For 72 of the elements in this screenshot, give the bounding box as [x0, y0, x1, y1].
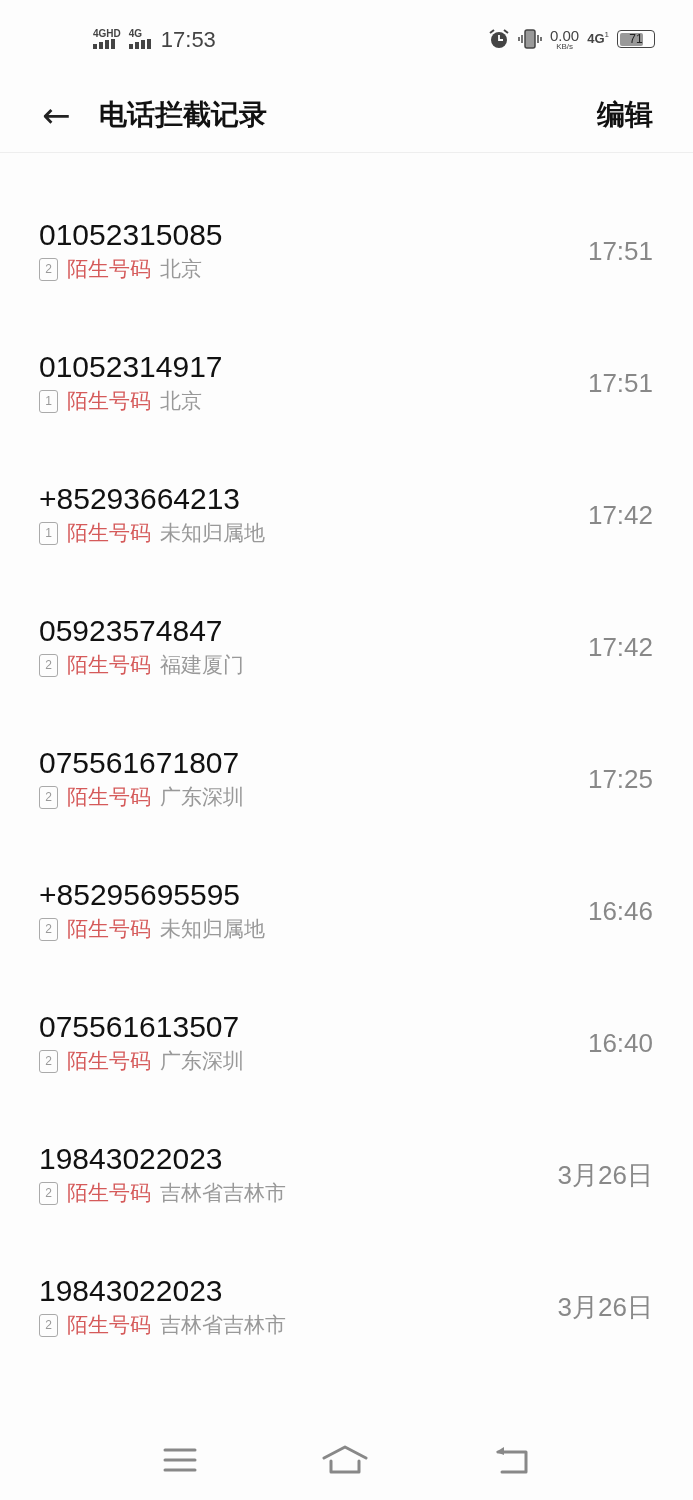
call-time: 16:40 [587, 1026, 653, 1060]
call-time: 17:42 [587, 630, 653, 664]
phone-number: 075561613507 [39, 1009, 241, 1046]
edit-button[interactable]: 编辑 [597, 94, 653, 136]
clock: 17:53 [160, 25, 216, 54]
number-tag: 陌生号码 [67, 913, 151, 945]
call-row[interactable]: 19843022023 2 陌生号码 吉林省吉林市 3月26日 [0, 1109, 693, 1241]
number-tag: 陌生号码 [67, 1309, 151, 1341]
call-time: 17:51 [587, 234, 653, 268]
sim-icon: 2 [39, 1049, 58, 1073]
number-tag: 陌生号码 [67, 1045, 151, 1077]
call-row[interactable]: +85295695595 2 陌生号码 未知归属地 16:46 [0, 845, 693, 977]
back-button[interactable]: ← [42, 98, 71, 132]
sim-icon: 2 [39, 785, 58, 809]
call-time: 17:25 [587, 762, 653, 796]
network-label: 4G [128, 29, 143, 39]
location: 福建厦门 [160, 652, 244, 679]
location: 吉林省吉林市 [160, 1180, 286, 1207]
sim-icon: 2 [39, 917, 58, 941]
signal-icon [128, 39, 153, 49]
call-time: 17:42 [587, 498, 653, 532]
sim-icon: 2 [39, 257, 58, 281]
call-row[interactable]: 19843022023 2 陌生号码 吉林省吉林市 3月26日 [0, 1241, 693, 1373]
phone-number: 19843022023 [39, 1141, 224, 1178]
call-row[interactable]: 075561671807 2 陌生号码 广东深圳 17:25 [0, 713, 693, 845]
number-tag: 陌生号码 [67, 517, 151, 549]
speed-value: 0.00 [550, 27, 580, 43]
call-time: 17:51 [587, 366, 653, 400]
sim-icon: 1 [39, 521, 58, 545]
location: 广东深圳 [160, 1048, 244, 1075]
location: 吉林省吉林市 [160, 1312, 286, 1339]
sim-icon: 2 [39, 1313, 58, 1337]
number-tag: 陌生号码 [67, 385, 151, 417]
network-label: 4GHD [93, 29, 121, 39]
phone-number: 19843022023 [39, 1273, 224, 1310]
phone-number: 01052314917 [39, 349, 223, 386]
menu-icon[interactable] [162, 1447, 197, 1473]
sim-icon: 2 [39, 1181, 58, 1205]
sim-slot-label: 1 [604, 29, 609, 40]
call-row[interactable]: 01052314917 1 陌生号码 北京 17:51 [0, 317, 693, 449]
call-time: 3月26日 [557, 1290, 653, 1324]
signal-icon [93, 39, 117, 49]
sim-icon: 2 [39, 653, 58, 677]
location: 未知归属地 [160, 520, 265, 547]
vibrate-icon [518, 28, 542, 50]
phone-number: 075561671807 [39, 745, 241, 782]
battery-level: 71 [628, 31, 644, 47]
page-title: 电话拦截记录 [98, 98, 267, 132]
alarm-icon [488, 28, 510, 50]
phone-number: +85293664213 [39, 481, 242, 518]
back-icon[interactable] [494, 1446, 531, 1474]
call-row[interactable]: 05923574847 2 陌生号码 福建厦门 17:42 [0, 581, 693, 713]
location: 北京 [160, 388, 202, 415]
number-tag: 陌生号码 [67, 649, 151, 681]
call-row[interactable]: 075561613507 2 陌生号码 广东深圳 16:40 [0, 977, 693, 1109]
sim-icon: 1 [39, 389, 58, 413]
phone-number: +85295695595 [39, 877, 242, 914]
number-tag: 陌生号码 [67, 253, 151, 285]
location: 未知归属地 [160, 916, 265, 943]
phone-number: 05923574847 [39, 613, 224, 650]
location: 北京 [160, 256, 202, 283]
network-label: 4G [587, 30, 605, 49]
phone-number: 01052315085 [39, 217, 223, 254]
number-tag: 陌生号码 [67, 781, 151, 813]
call-row[interactable]: +85293664213 1 陌生号码 未知归属地 17:42 [0, 449, 693, 581]
call-time: 16:46 [587, 894, 653, 928]
call-time: 3月26日 [557, 1158, 653, 1192]
number-tag: 陌生号码 [67, 1177, 151, 1209]
home-icon[interactable] [322, 1445, 369, 1475]
call-row[interactable]: 01052315085 2 陌生号码 北京 17:51 [0, 185, 693, 317]
speed-unit: KB/s [556, 42, 574, 51]
location: 广东深圳 [160, 784, 244, 811]
